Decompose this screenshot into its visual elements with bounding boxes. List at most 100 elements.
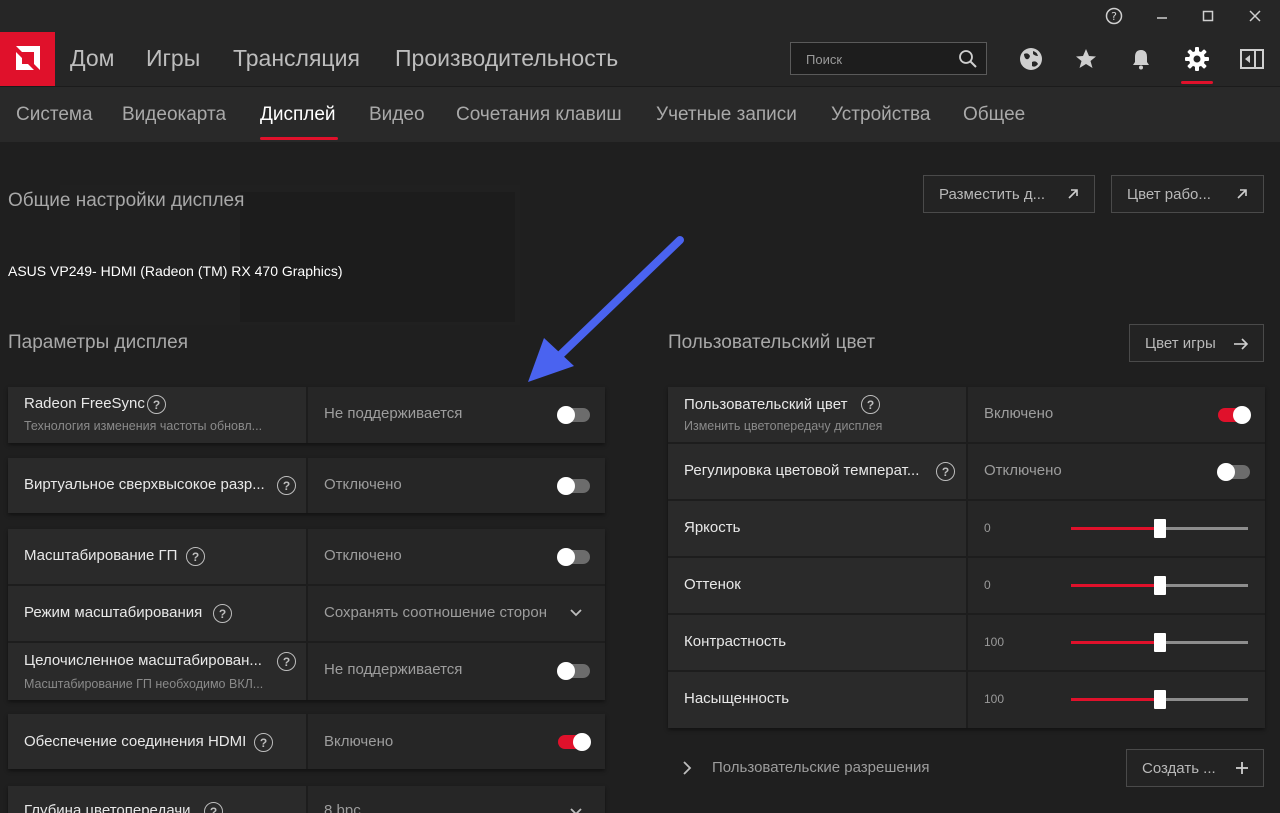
tab-devices[interactable]: Устройства (831, 104, 930, 126)
globe-icon (1020, 48, 1042, 70)
hdmi-link-row: Обеспечение соединения HDMI ? Включено (8, 714, 605, 769)
help-icon[interactable]: ? (213, 604, 232, 623)
slider-thumb[interactable] (1153, 519, 1166, 538)
tab-hotkeys[interactable]: Сочетания клавиш (456, 104, 622, 126)
external-link-icon (1237, 189, 1247, 199)
help-icon[interactable]: ? (147, 395, 166, 414)
help-icon[interactable]: ? (277, 476, 296, 495)
notifications-button[interactable] (1127, 45, 1155, 73)
search-placeholder: Поиск (806, 52, 843, 67)
plus-icon (1236, 762, 1248, 774)
favorites-button[interactable] (1072, 45, 1100, 73)
color-temperature-toggle[interactable] (1217, 463, 1250, 481)
custom-resolutions-toggle[interactable]: Пользовательские разрешения (712, 759, 930, 776)
toggle-knob (557, 662, 575, 680)
custom-color-title: Пользовательский цвет (668, 332, 876, 353)
saturation-label: Насыщенность (684, 690, 790, 707)
slider-fill (1071, 698, 1160, 701)
brightness-label: Яркость (684, 519, 741, 536)
maximize-icon (1202, 10, 1214, 22)
contrast-value: 100 (984, 635, 1005, 649)
freesync-value-cell: Не поддерживается (306, 387, 605, 443)
close-button[interactable] (1245, 6, 1265, 26)
hue-slider[interactable] (1071, 576, 1248, 595)
freesync-toggle[interactable] (557, 406, 590, 424)
integer-scaling-toggle[interactable] (557, 662, 590, 680)
help-icon[interactable]: ? (186, 547, 205, 566)
hue-label: Оттенок (684, 576, 741, 593)
help-icon[interactable]: ? (204, 802, 223, 813)
search-input[interactable]: Поиск (790, 42, 987, 75)
custom-color-description: Изменить цветопередачу дисплея (684, 419, 883, 433)
custom-color-toggle[interactable] (1218, 406, 1251, 424)
vsr-toggle[interactable] (557, 477, 590, 495)
game-color-button[interactable]: Цвет игры (1129, 324, 1264, 362)
nav-streaming[interactable]: Трансляция (233, 45, 360, 72)
chevron-down-icon[interactable] (569, 807, 583, 813)
main-navigation: Дом Игры Трансляция Производительность П… (0, 32, 1280, 86)
search-icon[interactable] (958, 49, 978, 69)
help-icon[interactable]: ? (277, 652, 296, 671)
slider-thumb[interactable] (1153, 690, 1166, 709)
tab-display[interactable]: Дисплей (260, 104, 336, 126)
amd-logo-icon (16, 46, 40, 70)
vsr-value: Отключено (324, 476, 402, 493)
maximize-button[interactable] (1198, 6, 1218, 26)
freesync-row: Radeon FreeSync ? Технология изменения ч… (8, 387, 605, 443)
slider-thumb[interactable] (1153, 576, 1166, 595)
chevron-right-icon[interactable] (682, 760, 692, 776)
exit-panel-icon (1240, 49, 1264, 69)
blurred-background-panel (240, 192, 515, 322)
vsr-value-cell: Отключено (306, 458, 605, 513)
amd-logo[interactable] (0, 32, 55, 86)
saturation-slider[interactable] (1071, 690, 1248, 709)
contrast-slider[interactable] (1071, 633, 1248, 652)
slider-thumb[interactable] (1153, 633, 1166, 652)
tab-accounts[interactable]: Учетные записи (656, 104, 797, 126)
tab-general[interactable]: Общее (963, 104, 1025, 126)
scaling-mode-label: Режим масштабирования (24, 604, 203, 621)
help-button[interactable]: ? (1104, 6, 1124, 26)
row-divider (8, 584, 605, 586)
gpu-scaling-group: Масштабирование ГП ? Отключено Режим мас… (8, 529, 605, 700)
gpu-scaling-toggle[interactable] (557, 548, 590, 566)
nav-performance[interactable]: Производительность (395, 45, 618, 72)
hdmi-link-label: Обеспечение соединения HDMI (24, 733, 247, 750)
settings-button[interactable] (1183, 45, 1211, 73)
nav-home[interactable]: Дом (70, 45, 114, 72)
vsr-label-cell: Виртуальное сверхвысокое разр... ? (8, 458, 306, 513)
toggle-knob (573, 733, 591, 751)
star-icon (1076, 49, 1096, 68)
color-depth-label-cell: Глубина цветопередачи ? (8, 786, 306, 813)
arrange-displays-button[interactable]: Разместить д... (923, 175, 1095, 213)
globe-button[interactable] (1017, 45, 1045, 73)
help-icon[interactable]: ? (254, 733, 273, 752)
gpu-scaling-label: Масштабирование ГП (24, 547, 178, 564)
minimize-button[interactable] (1152, 6, 1172, 26)
scaling-mode-select[interactable]: Сохранять соотношение сторон (324, 604, 547, 621)
minimize-icon (1157, 17, 1167, 19)
hdmi-link-toggle[interactable] (558, 733, 591, 751)
nav-games[interactable]: Игры (146, 45, 200, 72)
slider-fill (1071, 584, 1160, 587)
help-icon[interactable]: ? (936, 462, 955, 481)
toggle-knob (557, 477, 575, 495)
chevron-down-icon[interactable] (569, 608, 583, 618)
create-resolution-button[interactable]: Создать ... (1126, 749, 1264, 787)
gpu-scaling-value: Отключено (324, 547, 402, 564)
color-depth-select[interactable]: 8 bpc (324, 802, 361, 813)
tab-system[interactable]: Система (16, 104, 93, 126)
brightness-slider[interactable] (1071, 519, 1248, 538)
display-params-title: Параметры дисплея (8, 332, 188, 353)
sidebar-toggle-button[interactable] (1238, 45, 1266, 73)
help-icon[interactable]: ? (861, 395, 880, 414)
help-circle-icon: ? (1105, 7, 1123, 25)
color-depth-row: Глубина цветопередачи ? 8 bpc (8, 786, 605, 813)
tab-video[interactable]: Видео (369, 104, 425, 126)
row-divider (8, 641, 605, 643)
desktop-color-button[interactable]: Цвет рабо... (1111, 175, 1264, 213)
tab-graphics[interactable]: Видеокарта (122, 104, 226, 126)
bell-icon (1133, 50, 1149, 70)
integer-scaling-value: Не поддерживается (324, 661, 463, 678)
color-depth-label: Глубина цветопередачи (24, 802, 191, 813)
